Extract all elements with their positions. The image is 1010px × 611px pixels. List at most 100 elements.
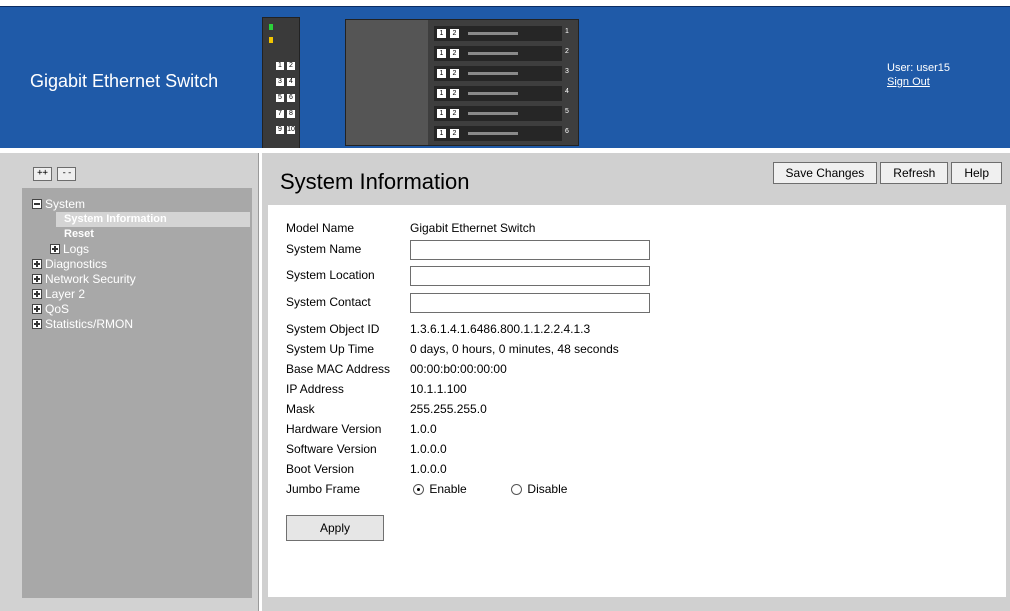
tree-item-logs[interactable]: Logs: [32, 242, 250, 257]
nav-tree: System System Information Reset Logs Dia…: [32, 197, 250, 332]
page-title: System Information: [280, 169, 470, 194]
led-yellow: [269, 37, 273, 43]
value-mac: 00:00:b0:00:00:00: [410, 362, 507, 376]
refresh-button[interactable]: Refresh: [880, 162, 949, 184]
row-mac: Base MAC Address 00:00:b0:00:00:00: [286, 362, 507, 376]
label-mac: Base MAC Address: [286, 362, 391, 376]
nav-tree-panel: System System Information Reset Logs Dia…: [22, 188, 252, 598]
jumbo-disable-label: Disable: [527, 482, 568, 496]
value-model-name: Gigabit Ethernet Switch: [410, 221, 536, 235]
value-ip: 10.1.1.100: [410, 382, 467, 396]
banner: Gigabit Ethernet Switch 1 2 3 4 5 6 7 8 9 10 1211…: [0, 6, 1010, 149]
expand-icon[interactable]: [32, 274, 42, 284]
chassis-slot-3: 123: [434, 66, 569, 81]
port-9: 9: [276, 126, 284, 134]
label-boot-version: Boot Version: [286, 462, 355, 476]
tree-label: QoS: [45, 302, 70, 316]
row-object-id: System Object ID 1.3.6.1.4.1.6486.800.1.1…: [286, 322, 590, 336]
chassis-slot-number: 2: [565, 48, 569, 55]
tree-label: Logs: [63, 242, 90, 256]
tree-controls: ++ --: [33, 162, 77, 181]
label-mask: Mask: [286, 402, 315, 416]
port-7: 7: [276, 110, 284, 118]
switch-front-panel-image: 1 2 3 4 5 6 7 8 9 10: [262, 17, 300, 149]
main-panel: System Information Save Changes Refresh He…: [262, 153, 1010, 611]
row-ip: IP Address 10.1.1.100: [286, 382, 467, 396]
port-10: 10: [287, 126, 295, 134]
tree-item-statistics-rmon[interactable]: Statistics/RMON: [32, 317, 250, 332]
tree-label: Statistics/RMON: [45, 317, 134, 331]
port-3: 3: [276, 78, 284, 86]
tree-item-system-information[interactable]: System Information: [56, 212, 250, 227]
chassis-slot-number: 1: [565, 28, 569, 35]
user-label: User: user15: [887, 62, 950, 74]
value-software-version: 1.0.0.0: [410, 442, 447, 456]
collapse-all-button[interactable]: --: [57, 167, 77, 181]
sign-out-link[interactable]: Sign Out: [887, 76, 930, 88]
tree-item-layer2[interactable]: Layer 2: [32, 287, 250, 302]
row-boot-version: Boot Version 1.0.0.0: [286, 462, 447, 476]
label-object-id: System Object ID: [286, 322, 380, 336]
expand-icon[interactable]: [32, 319, 42, 329]
tree-item-reset[interactable]: Reset: [32, 227, 250, 242]
row-uptime: System Up Time 0 days, 0 hours, 0 minutes…: [286, 342, 619, 356]
tree-label: Layer 2: [45, 287, 86, 301]
label-hardware-version: Hardware Version: [286, 422, 382, 436]
value-object-id: 1.3.6.1.4.1.6486.800.1.1.2.2.4.1.3: [410, 322, 591, 336]
label-system-name: System Name: [286, 242, 362, 257]
jumbo-enable-radio[interactable]: [413, 484, 425, 496]
row-mask: Mask 255.255.255.0: [286, 402, 487, 416]
port-6: 6: [287, 94, 295, 102]
chassis-slot-5: 125: [434, 106, 569, 121]
system-contact-input[interactable]: [410, 293, 650, 313]
brand-title: Gigabit Ethernet Switch: [30, 71, 219, 91]
tree-item-qos[interactable]: QoS: [32, 302, 250, 317]
expand-icon[interactable]: [32, 289, 42, 299]
jumbo-enable-label: Enable: [429, 482, 467, 496]
label-system-location: System Location: [286, 268, 375, 283]
tree-label: System Information: [64, 213, 167, 225]
port-8: 8: [287, 110, 295, 118]
expand-icon[interactable]: [50, 244, 60, 254]
expand-all-button[interactable]: ++: [33, 167, 52, 181]
chassis-slot-6: 126: [434, 126, 569, 141]
apply-button[interactable]: Apply: [286, 515, 384, 541]
action-buttons: Save Changes Refresh Help: [770, 162, 1002, 184]
expand-icon[interactable]: [32, 259, 42, 269]
led-green: [269, 24, 273, 30]
help-button[interactable]: Help: [951, 162, 1002, 184]
system-name-input[interactable]: [410, 240, 650, 260]
sidebar: ++ -- System System Information Reset Lo…: [0, 153, 259, 611]
value-boot-version: 1.0.0.0: [410, 462, 447, 476]
row-system-name: System Name: [286, 240, 650, 260]
port-5: 5: [276, 94, 284, 102]
port-4: 4: [287, 78, 295, 86]
save-changes-button[interactable]: Save Changes: [772, 162, 878, 184]
port-1: 1: [276, 62, 284, 70]
jumbo-disable-radio[interactable]: [511, 484, 523, 496]
chassis-slot-number: 5: [565, 108, 569, 115]
row-jumbo-frame: Jumbo Frame Enable Disable: [286, 482, 567, 496]
chassis-slot-number: 4: [565, 88, 569, 95]
chassis-slot-4: 124: [434, 86, 569, 101]
chassis-slot-number: 3: [565, 68, 569, 75]
tree-label: Network Security: [45, 272, 136, 286]
tree-item-system[interactable]: System: [32, 197, 250, 212]
port-2: 2: [287, 62, 295, 70]
row-model-name: Model Name Gigabit Ethernet Switch: [286, 221, 535, 235]
chassis-fan-tray: [346, 20, 428, 145]
value-hardware-version: 1.0.0: [410, 422, 437, 436]
system-info-form: Model Name Gigabit Ethernet Switch System…: [268, 205, 1006, 597]
label-uptime: System Up Time: [286, 342, 375, 356]
expand-icon[interactable]: [32, 304, 42, 314]
tree-item-network-security[interactable]: Network Security: [32, 272, 250, 287]
system-location-input[interactable]: [410, 266, 650, 286]
value-mask: 255.255.255.0: [410, 402, 487, 416]
tree-item-diagnostics[interactable]: Diagnostics: [32, 257, 250, 272]
label-system-contact: System Contact: [286, 295, 371, 310]
chassis-slot-2: 122: [434, 46, 569, 61]
label-model-name: Model Name: [286, 221, 355, 235]
tree-label: Reset: [64, 228, 94, 240]
collapse-icon[interactable]: [32, 199, 42, 209]
row-hardware-version: Hardware Version 1.0.0: [286, 422, 437, 436]
